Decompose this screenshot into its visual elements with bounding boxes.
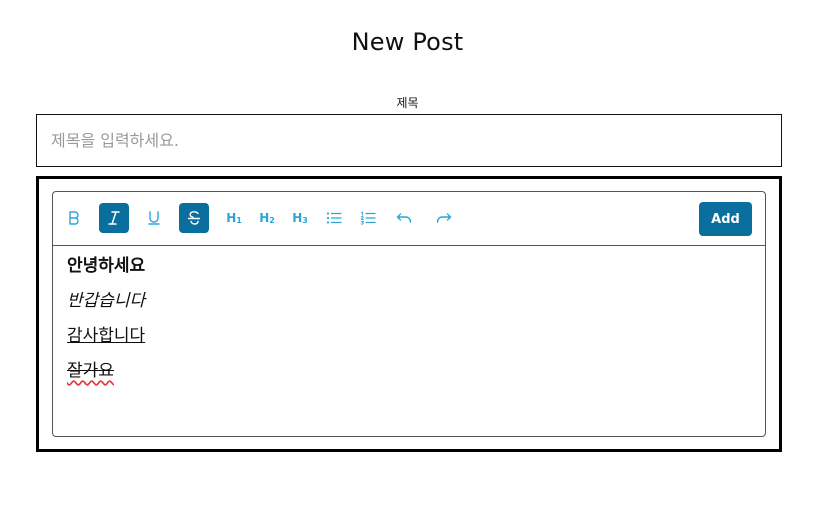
- heading-1-icon: H1: [226, 210, 242, 225]
- undo-icon: [396, 213, 412, 223]
- strikethrough-wrapper: 잘가요: [67, 361, 114, 381]
- heading-1-button[interactable]: H1: [219, 203, 249, 233]
- ordered-list-button[interactable]: [353, 203, 383, 233]
- ordered-list-icon: [360, 211, 376, 225]
- bullet-list-icon: [326, 212, 342, 224]
- redo-button[interactable]: [429, 203, 459, 233]
- underline-icon: [148, 211, 160, 225]
- content-text-spellcheck: 잘가요: [67, 361, 114, 381]
- strikethrough-button[interactable]: [179, 203, 209, 233]
- italic-button[interactable]: [99, 203, 129, 233]
- heading-3-icon: H3: [292, 210, 308, 225]
- content-text: 감사합니다: [67, 326, 146, 346]
- content-line-bold: 안녕하세요: [67, 254, 747, 289]
- title-input[interactable]: [36, 114, 782, 167]
- editor-toolbar: H1 H2 H3 Add: [53, 192, 765, 246]
- heading-3-button[interactable]: H3: [285, 203, 315, 233]
- editor-frame: H1 H2 H3 Add 안녕하세요 반갑습니다 감사합니다 잘가요: [36, 176, 782, 452]
- heading-2-button[interactable]: H2: [252, 203, 282, 233]
- rich-text-editor: H1 H2 H3 Add 안녕하세요 반갑습니다 감사합니다 잘가요: [52, 191, 766, 437]
- bullet-list-button[interactable]: [319, 203, 349, 233]
- add-button[interactable]: Add: [699, 202, 752, 236]
- undo-button[interactable]: [389, 203, 419, 233]
- heading-2-icon: H2: [259, 210, 275, 225]
- content-line-strikethrough: 잘가요: [67, 359, 747, 394]
- underline-button[interactable]: [139, 203, 169, 233]
- content-text: 안녕하세요: [67, 256, 146, 276]
- redo-icon: [436, 213, 452, 223]
- title-field-label: 제목: [396, 96, 419, 110]
- bold-button[interactable]: [59, 203, 89, 233]
- bold-icon: [69, 211, 79, 225]
- content-line-underline: 감사합니다: [67, 324, 747, 359]
- editor-content[interactable]: 안녕하세요 반갑습니다 감사합니다 잘가요: [67, 254, 747, 394]
- content-text: 반갑습니다: [67, 291, 146, 311]
- page-title: New Post: [351, 28, 464, 56]
- italic-icon: [108, 211, 120, 225]
- strikethrough-icon: [187, 211, 201, 225]
- content-line-italic: 반갑습니다: [67, 289, 747, 324]
